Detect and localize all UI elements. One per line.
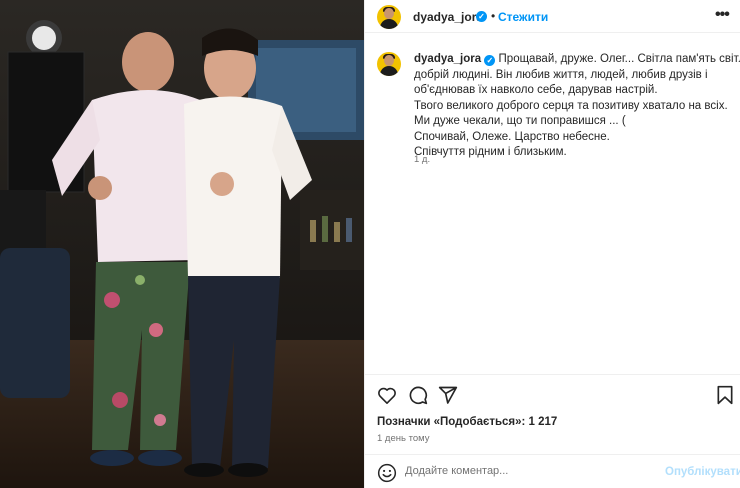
post-photo[interactable]: [0, 0, 364, 488]
post-photo-image: [0, 0, 364, 488]
caption: dyadya_jora ✓ Прощавай, друже. Олег... С…: [414, 52, 740, 161]
post-time[interactable]: 1 день тому: [377, 433, 430, 444]
avatar[interactable]: [377, 5, 401, 29]
comment-bar: Опублікувати: [365, 454, 740, 488]
verified-badge-icon: ✓: [476, 11, 487, 22]
caption-line-1: dyadya_jora ✓ Прощавай, друже. Олег... С…: [414, 53, 740, 66]
share-icon[interactable]: [438, 385, 458, 405]
caption-line-3: об'єднював їх навколо себе, дарував наст…: [414, 84, 658, 96]
caption-avatar[interactable]: [377, 52, 401, 76]
likes-count[interactable]: Позначки «Подобається»: 1 217: [377, 416, 557, 428]
header-username[interactable]: dyadya_jora: [413, 10, 483, 24]
verified-badge-icon: ✓: [484, 55, 496, 66]
caption-line-4: Твого великого доброго серця та позитиву…: [414, 99, 728, 112]
comment-input[interactable]: [405, 462, 655, 480]
heart-icon[interactable]: [377, 386, 397, 404]
caption-time[interactable]: 1 д.: [414, 154, 430, 165]
caption-line-5: Ми дуже чекали, що ти поправишся ... (: [414, 115, 626, 127]
post-sidebar: dyadya_jora ✓ • Стежити ••• dyadya_jora …: [364, 0, 740, 488]
publish-button[interactable]: Опублікувати: [665, 466, 740, 478]
actions-divider: [365, 374, 740, 375]
more-options-icon[interactable]: •••: [715, 6, 730, 24]
comment-icon[interactable]: [408, 385, 428, 405]
caption-line-2: добрій людині. Він любив життя, людей, л…: [414, 68, 708, 81]
post-header: dyadya_jora ✓ • Стежити •••: [365, 0, 740, 33]
caption-username[interactable]: dyadya_jora: [414, 53, 481, 65]
separator-dot: •: [491, 9, 496, 23]
bookmark-icon[interactable]: [716, 385, 734, 405]
emoji-icon[interactable]: [377, 463, 397, 483]
caption-line-7: Співчуття рідним і близьким.: [414, 146, 567, 158]
caption-line-6: Спочивай, Олеже. Царство небесне.: [414, 130, 610, 143]
follow-button[interactable]: Стежити: [498, 10, 548, 24]
